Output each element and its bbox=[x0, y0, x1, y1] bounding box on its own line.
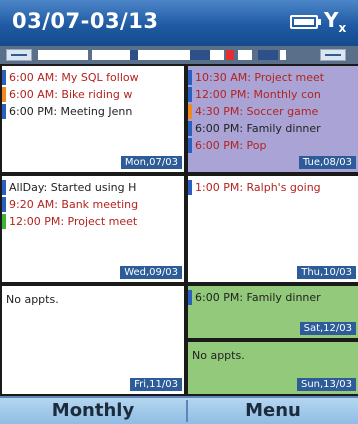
appointment-text: 12:00 PM: Project meet bbox=[9, 215, 138, 228]
appointment-text: 6:00 PM: Pop bbox=[195, 139, 267, 152]
week-range-title: 03/07-03/13 bbox=[12, 9, 159, 33]
calendar-screen: 03/07-03/13 Yx 6:00 AM: My SQL follow 6:0… bbox=[0, 0, 358, 424]
day-cell-fri[interactable]: No appts. Fri,11/03 bbox=[2, 286, 184, 394]
category-color-bar bbox=[188, 87, 192, 102]
appointment-item[interactable]: 6:00 AM: Bike riding w bbox=[2, 86, 184, 103]
appointment-item[interactable]: 6:00 PM: Family dinner bbox=[188, 289, 358, 306]
appointment-item[interactable]: AllDay: Started using H bbox=[2, 179, 184, 196]
day-cell-thu[interactable]: 1:00 PM: Ralph's going Thu,10/03 bbox=[188, 176, 358, 282]
appointment-text: 12:00 PM: Monthly con bbox=[195, 88, 321, 101]
no-appointments-text: No appts. bbox=[192, 349, 245, 362]
day-date-label: Sun,13/03 bbox=[296, 378, 356, 391]
appointment-item[interactable]: 6:00 PM: Pop bbox=[188, 137, 358, 154]
appointment-item[interactable]: 6:00 AM: My SQL follow bbox=[2, 69, 184, 86]
category-color-bar bbox=[188, 121, 192, 136]
menu-softkey[interactable]: Menu bbox=[188, 398, 358, 424]
category-color-bar bbox=[188, 104, 192, 119]
monthly-softkey[interactable]: Monthly bbox=[0, 398, 186, 424]
category-color-bar bbox=[2, 70, 6, 85]
title-bar: 03/07-03/13 Yx bbox=[0, 0, 358, 46]
category-color-bar bbox=[2, 87, 6, 102]
appointment-text: 1:00 PM: Ralph's going bbox=[195, 181, 321, 194]
appointment-text: AllDay: Started using H bbox=[9, 181, 137, 194]
category-color-bar bbox=[188, 70, 192, 85]
signal-icon: Yx bbox=[324, 8, 347, 35]
appointment-text: 10:30 AM: Project meet bbox=[195, 71, 325, 84]
category-color-bar bbox=[2, 197, 6, 212]
appointment-item[interactable]: 12:00 PM: Project meet bbox=[2, 213, 184, 230]
category-color-bar bbox=[2, 180, 6, 195]
week-timeline-strip[interactable] bbox=[0, 46, 358, 64]
appointment-text: 6:00 PM: Family dinner bbox=[195, 291, 321, 304]
appointment-item[interactable]: 6:00 PM: Family dinner bbox=[188, 120, 358, 137]
appointment-item[interactable]: 10:30 AM: Project meet bbox=[188, 69, 358, 86]
day-cell-mon[interactable]: 6:00 AM: My SQL follow 6:00 AM: Bike ridi… bbox=[2, 66, 184, 172]
day-cell-sun[interactable]: No appts. Sun,13/03 bbox=[188, 342, 358, 394]
appointment-item[interactable]: 12:00 PM: Monthly con bbox=[188, 86, 358, 103]
category-color-bar bbox=[2, 104, 6, 119]
day-date-label: Wed,09/03 bbox=[120, 266, 182, 279]
day-date-label: Fri,11/03 bbox=[130, 378, 182, 391]
appointment-item[interactable]: 9:20 AM: Bank meeting bbox=[2, 196, 184, 213]
appointment-text: 6:00 AM: My SQL follow bbox=[9, 71, 139, 84]
day-cell-sat[interactable]: 6:00 PM: Family dinner Sat,12/03 bbox=[188, 286, 358, 338]
appointment-text: 9:20 AM: Bank meeting bbox=[9, 198, 139, 211]
appointment-item[interactable]: 6:00 PM: Meeting Jenn bbox=[2, 103, 184, 120]
day-cell-wed[interactable]: AllDay: Started using H 9:20 AM: Bank mee… bbox=[2, 176, 184, 282]
appointment-text: 6:00 AM: Bike riding w bbox=[9, 88, 133, 101]
prev-week-arrow-icon[interactable] bbox=[6, 49, 32, 61]
day-date-label: Sat,12/03 bbox=[299, 322, 356, 335]
day-cell-tue[interactable]: 10:30 AM: Project meet 12:00 PM: Monthly … bbox=[188, 66, 358, 172]
week-grid: 6:00 AM: My SQL follow 6:00 AM: Bike ridi… bbox=[0, 64, 358, 396]
category-color-bar bbox=[188, 180, 192, 195]
day-date-label: Thu,10/03 bbox=[297, 266, 356, 279]
appointment-text: 4:30 PM: Soccer game bbox=[195, 105, 319, 118]
appointment-text: 6:00 PM: Meeting Jenn bbox=[9, 105, 133, 118]
no-appointments-text: No appts. bbox=[6, 293, 59, 306]
softkey-bar: Monthly Menu bbox=[0, 396, 358, 424]
category-color-bar bbox=[188, 290, 192, 305]
category-color-bar bbox=[188, 138, 192, 153]
day-date-label: Tue,08/03 bbox=[298, 156, 356, 169]
battery-icon bbox=[290, 15, 321, 29]
category-color-bar bbox=[2, 214, 6, 229]
day-date-label: Mon,07/03 bbox=[120, 156, 182, 169]
appointment-item[interactable]: 4:30 PM: Soccer game bbox=[188, 103, 358, 120]
appointment-text: 6:00 PM: Family dinner bbox=[195, 122, 321, 135]
appointment-item[interactable]: 1:00 PM: Ralph's going bbox=[188, 179, 358, 196]
next-week-arrow-icon[interactable] bbox=[320, 49, 346, 61]
